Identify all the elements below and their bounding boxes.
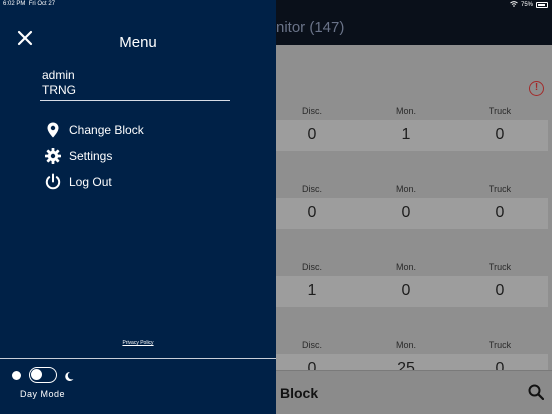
terminal-code: TRNG bbox=[42, 83, 76, 97]
status-time-date: 6:02 PM Fri Oct 27 bbox=[3, 1, 55, 7]
battery-icon bbox=[536, 2, 548, 8]
cell-value[interactable]: 0 bbox=[376, 282, 436, 300]
user-divider bbox=[40, 100, 230, 101]
gear-icon bbox=[45, 148, 61, 164]
footer-divider bbox=[0, 358, 276, 359]
footer-block-label[interactable]: Block bbox=[280, 385, 318, 401]
column-label: Disc. bbox=[302, 106, 322, 116]
sun-icon bbox=[12, 371, 21, 380]
cell-value[interactable]: 0 bbox=[282, 126, 342, 144]
status-indicators: 75% bbox=[510, 1, 548, 9]
user-name: admin bbox=[42, 68, 75, 82]
menu-title: Menu bbox=[119, 34, 157, 51]
cell-value[interactable]: 1 bbox=[282, 282, 342, 300]
alert-icon[interactable]: ! bbox=[529, 81, 544, 96]
menu-item-label: Change Block bbox=[69, 123, 144, 137]
status-bar: 6:02 PM Fri Oct 27 75% bbox=[0, 0, 552, 9]
column-label: Disc. bbox=[302, 184, 322, 194]
menu-item-settings[interactable]: Settings bbox=[44, 146, 224, 166]
app-title: nitor (147) bbox=[276, 19, 345, 36]
day-night-toggle[interactable] bbox=[29, 367, 57, 383]
status-time: 6:02 PM bbox=[3, 1, 26, 7]
wifi-icon bbox=[510, 1, 518, 9]
menu-item-log-out[interactable]: Log Out bbox=[44, 172, 224, 192]
privacy-policy-link[interactable]: Privacy Policy bbox=[0, 340, 276, 346]
menu-drawer: Menu admin TRNG Change Block Settings Lo… bbox=[0, 0, 276, 414]
column-label: Disc. bbox=[302, 340, 322, 350]
map-pin-icon bbox=[47, 122, 59, 138]
day-mode-label: Day Mode bbox=[20, 389, 66, 399]
cell-value[interactable]: 0 bbox=[470, 204, 530, 222]
menu-item-label: Log Out bbox=[69, 175, 112, 189]
status-date: Fri Oct 27 bbox=[28, 1, 56, 7]
column-label: Disc. bbox=[302, 262, 322, 272]
column-label: Truck bbox=[488, 184, 512, 194]
toggle-knob bbox=[31, 369, 42, 380]
power-icon bbox=[45, 173, 61, 190]
column-label: Mon. bbox=[395, 184, 416, 194]
column-label: Mon. bbox=[395, 262, 416, 272]
cell-value[interactable]: 0 bbox=[470, 282, 530, 300]
column-label: Truck bbox=[488, 106, 512, 116]
cell-value[interactable]: 0 bbox=[470, 126, 530, 144]
column-label: Truck bbox=[488, 340, 512, 350]
cell-value[interactable]: 0 bbox=[282, 204, 342, 222]
cell-value[interactable]: 0 bbox=[376, 204, 436, 222]
moon-icon bbox=[64, 369, 74, 381]
battery-percent: 75% bbox=[520, 2, 533, 8]
column-label: Mon. bbox=[395, 106, 416, 116]
menu-item-label: Settings bbox=[69, 149, 113, 163]
menu-item-change-block[interactable]: Change Block bbox=[44, 120, 224, 140]
search-icon[interactable] bbox=[528, 384, 545, 401]
column-label: Mon. bbox=[395, 340, 416, 350]
cell-value[interactable]: 1 bbox=[376, 126, 436, 144]
column-label: Truck bbox=[488, 262, 512, 272]
